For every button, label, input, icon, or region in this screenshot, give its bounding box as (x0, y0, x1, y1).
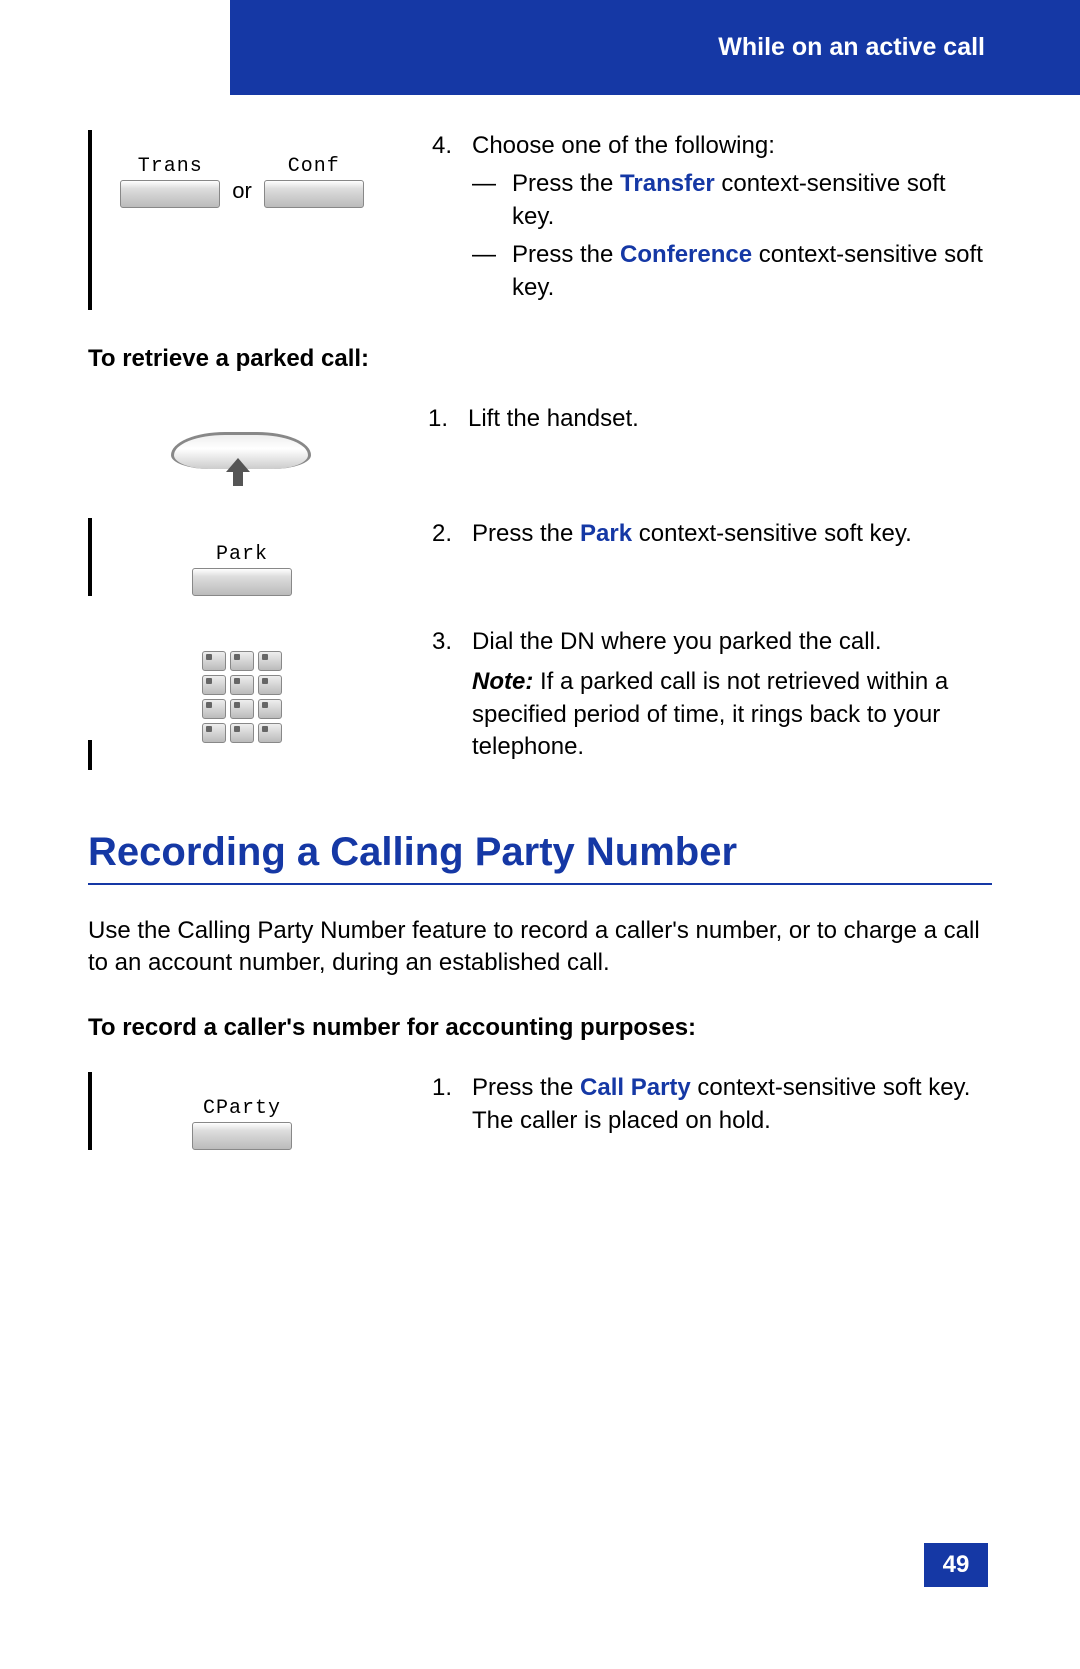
body: Dial the DN where you parked the call. N… (472, 626, 992, 764)
softkey-conf-button (264, 180, 364, 208)
call-party-key: Call Party (580, 1074, 691, 1101)
dash: — (472, 168, 512, 233)
change-bar (88, 740, 102, 770)
record-intro: Use the Calling Party Number feature to … (88, 915, 992, 980)
record-step-1: CParty 1. Press the Call Party context-s… (88, 1072, 992, 1150)
softkey-trans-button (120, 180, 220, 208)
record-subhead: To record a caller's number for accounti… (88, 1014, 992, 1042)
dash: — (472, 239, 512, 304)
t: Press the (472, 1074, 580, 1101)
step-4-number: 4. (432, 130, 472, 162)
section-rule (88, 883, 992, 885)
step-4-opt1: Press the Transfer context-sensitive sof… (512, 168, 992, 233)
softkey-conf: Conf (264, 155, 364, 208)
softkey-cparty: CParty (192, 1097, 292, 1150)
change-bar (88, 130, 102, 310)
softkeys-trans-conf: Trans or Conf (102, 130, 382, 208)
softkey-cparty-button (192, 1122, 292, 1150)
change-bar (88, 518, 102, 596)
softkey-conf-label: Conf (288, 155, 340, 178)
num: 1. (432, 1072, 472, 1137)
record-step-1-text: 1. Press the Call Party context-sensitiv… (382, 1072, 992, 1143)
t: Press the (512, 241, 620, 268)
softkey-park-label: Park (216, 543, 268, 566)
num: 2. (432, 518, 472, 550)
t: Press the (472, 520, 580, 547)
step-4-text: 4. Choose one of the following: — Press … (382, 130, 992, 310)
retrieve-step-1-text: 1. Lift the handset. (378, 403, 992, 441)
retrieve-step-1: 1. Lift the handset. (88, 403, 992, 488)
step-4-lead: Choose one of the following: (472, 130, 992, 162)
softkey-park-button (192, 568, 292, 596)
t: Press the (512, 170, 620, 197)
softkey-trans: Trans (120, 155, 220, 208)
softkey-cparty-label: CParty (203, 1097, 281, 1120)
softkey-park-col: Park (102, 518, 382, 596)
transfer-key: Transfer (620, 170, 715, 197)
step-4-row: Trans or Conf 4. Choose one of the follo… (88, 130, 992, 310)
page-content: Trans or Conf 4. Choose one of the follo… (88, 130, 992, 1180)
step-4-opt2: Press the Conference context-sensitive s… (512, 239, 992, 304)
softkey-cparty-col: CParty (102, 1072, 382, 1150)
retrieve-heading: To retrieve a parked call: (88, 345, 992, 373)
retrieve-step-3: 3. Dial the DN where you parked the call… (88, 626, 992, 770)
or-text: or (232, 178, 252, 204)
retrieve-step-2-text: 2. Press the Park context-sensitive soft… (382, 518, 992, 556)
spacer (88, 403, 98, 488)
body: Press the Call Party context-sensitive s… (472, 1072, 992, 1137)
softkey-group: Trans or Conf (120, 155, 364, 208)
section-title-recording: Recording a Calling Party Number (88, 830, 992, 875)
header-title: While on an active call (718, 33, 985, 62)
park-key: Park (580, 520, 632, 547)
retrieve-step-2: Park 2. Press the Park context-sensitive… (88, 518, 992, 596)
handset-lift-icon (163, 428, 313, 488)
retrieve-step-3-text: 3. Dial the DN where you parked the call… (382, 626, 992, 770)
body: Press the Park context-sensitive soft ke… (472, 518, 992, 550)
page-header: While on an active call (230, 0, 1080, 95)
keypad-col (102, 626, 382, 743)
note: Note: If a parked call is not retrieved … (472, 666, 992, 763)
conference-key: Conference (620, 241, 752, 268)
document-page: While on an active call Trans or Conf (0, 0, 1080, 1669)
keypad-icon (202, 651, 282, 743)
note-body: If a parked call is not retrieved within… (472, 668, 948, 760)
num: 1. (428, 403, 468, 435)
dial-text: Dial the DN where you parked the call. (472, 626, 992, 658)
handset-icon-col (98, 403, 378, 488)
note-label: Note: (472, 668, 533, 695)
change-bar (88, 1072, 102, 1150)
softkey-park: Park (192, 543, 292, 596)
page-number: 49 (924, 1543, 988, 1587)
num: 3. (432, 626, 472, 764)
t: context-sensitive soft key. (632, 520, 912, 547)
body: Lift the handset. (468, 403, 992, 435)
softkey-trans-label: Trans (138, 155, 203, 178)
